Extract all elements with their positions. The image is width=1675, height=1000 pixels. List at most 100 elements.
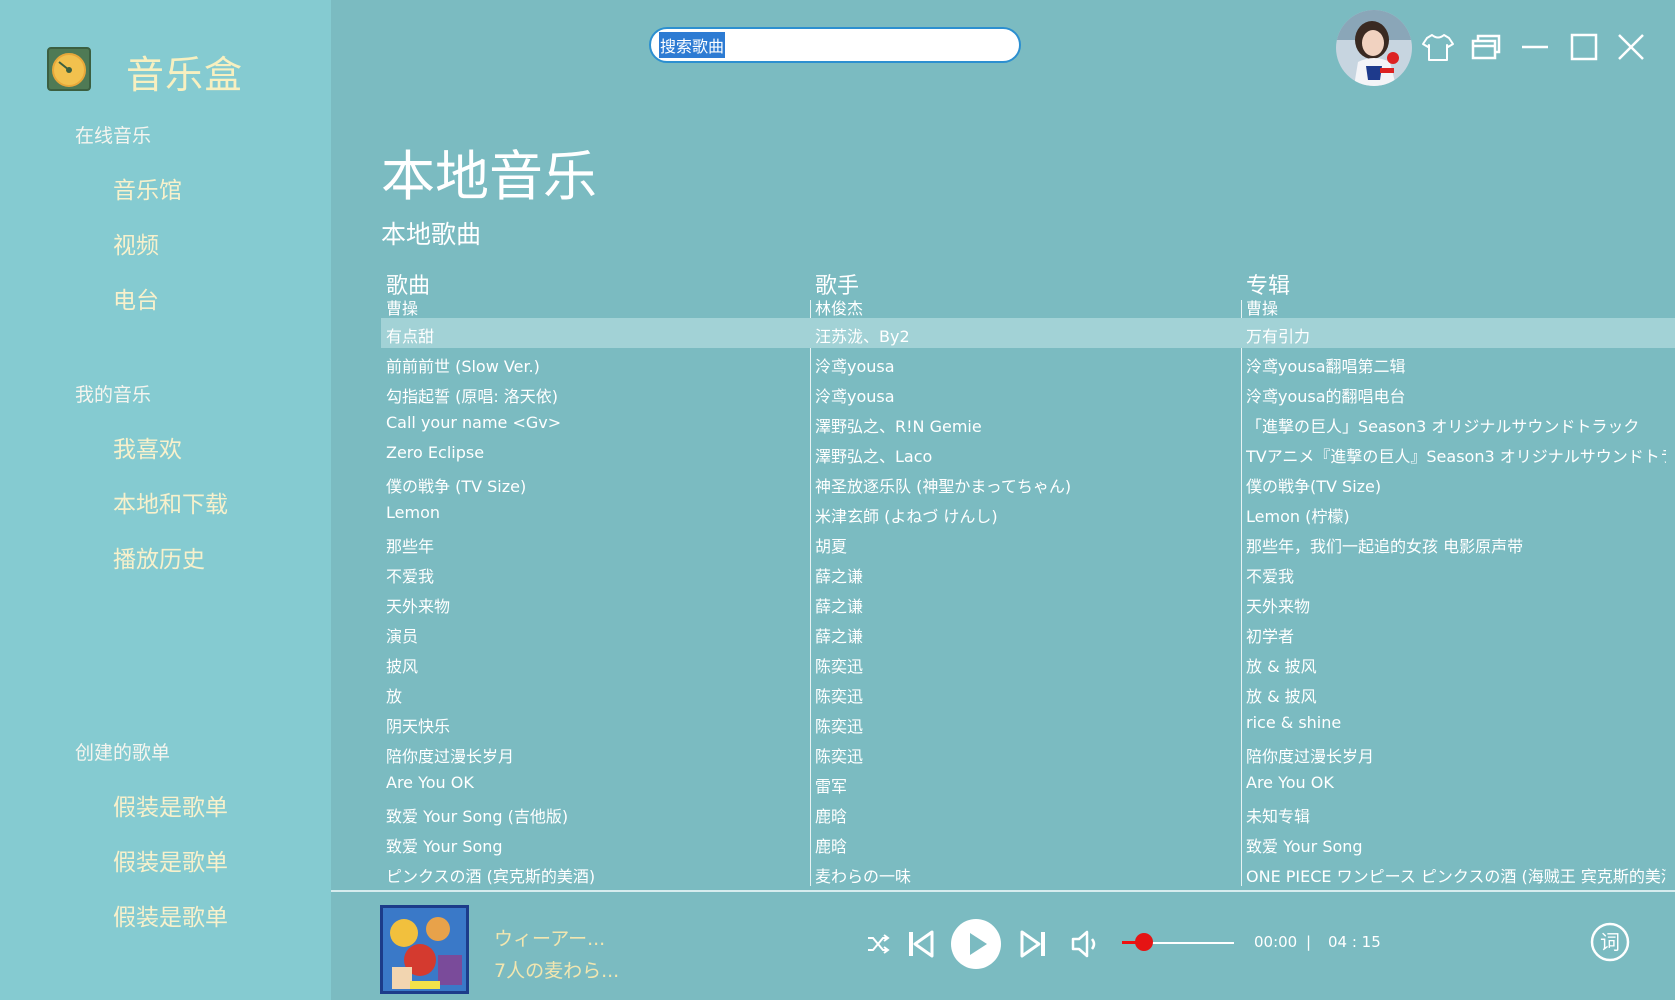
column-header-song[interactable]: 歌曲 [386, 268, 806, 300]
cell-song: 曹操 [386, 300, 419, 318]
nav-favorites[interactable]: 我喜欢 [113, 430, 182, 464]
table-row[interactable]: 披风 陈奕迅 放 & 披风 [381, 648, 1675, 678]
cell-song: 僕の戦争 (TV Size) [386, 477, 527, 496]
cell-album: 放 & 披风 [1246, 657, 1317, 676]
maximize-icon[interactable] [1567, 30, 1601, 64]
page-title: 本地音乐 [381, 145, 597, 208]
table-row[interactable]: 僕の戦争 (TV Size) 神圣放逐乐队 (神聖かまってちゃん) 僕の戦争(TV … [381, 468, 1675, 498]
song-list: 曹操 林俊杰 曹操 有点甜 汪苏泷、By2 万有引力前前前世 (Slow Ver.)… [381, 300, 1675, 886]
progress-knob[interactable] [1135, 933, 1153, 951]
cell-song: Call your name <Gv> [386, 413, 562, 432]
table-row[interactable]: 曹操 林俊杰 曹操 [381, 300, 1675, 320]
next-icon[interactable] [1018, 929, 1048, 959]
cell-artist: 鹿晗 [815, 807, 848, 826]
table-row[interactable]: Call your name <Gv> 澤野弘之、R!N Gemie 「進撃の巨人」… [381, 408, 1675, 438]
table-row[interactable]: 陪你度过漫长岁月 陈奕迅 陪你度过漫长岁月 [381, 738, 1675, 768]
lyrics-button[interactable]: 词 [1590, 922, 1630, 962]
table-row[interactable]: 前前前世 (Slow Ver.) 泠鸢yousa 泠鸢yousa翻唱第二辑 [381, 348, 1675, 378]
cell-artist: 泠鸢yousa [815, 357, 895, 376]
cell-artist: 陈奕迅 [815, 657, 864, 676]
album-cover [380, 905, 469, 994]
table-row[interactable]: Zero Eclipse 澤野弘之、Laco TVアニメ『進撃の巨人』Season3… [381, 438, 1675, 468]
now-playing-title: ウィーアー... [494, 928, 606, 950]
nav-music-hall[interactable]: 音乐馆 [113, 171, 182, 205]
cell-artist: 陈奕迅 [815, 747, 864, 766]
cell-song: 陪你度过漫长岁月 [386, 747, 515, 766]
table-row[interactable]: 勾指起誓 (原唱: 洛天依) 泠鸢yousa 泠鸢yousa的翻唱电台 [381, 378, 1675, 408]
play-icon[interactable] [950, 918, 1002, 970]
cell-song: 前前前世 (Slow Ver.) [386, 357, 540, 376]
cell-album: 泠鸢yousa翻唱第二辑 [1246, 357, 1406, 376]
cell-song: Are You OK [386, 773, 474, 792]
cell-artist: 鹿晗 [815, 837, 848, 856]
mini-mode-icon[interactable] [1469, 30, 1503, 64]
nav-video[interactable]: 视频 [113, 226, 159, 260]
cell-artist: 薛之谦 [815, 567, 864, 586]
current-time: 00:00 [1254, 933, 1298, 951]
nav-playlist-1[interactable]: 假装是歌单 [113, 788, 228, 822]
cell-artist: 汪苏泷、By2 [815, 327, 910, 346]
nav-history[interactable]: 播放历史 [113, 540, 205, 574]
cell-album: rice & shine [1246, 713, 1342, 732]
cell-song: Lemon [386, 503, 440, 522]
table-row[interactable]: Are You OK 雷军 Are You OK [381, 768, 1675, 798]
column-header-artist[interactable]: 歌手 [815, 268, 1235, 300]
table-row[interactable]: 天外来物 薛之谦 天外来物 [381, 588, 1675, 618]
section-my-music: 我的音乐 [75, 384, 152, 406]
app-title: 音乐盒 [126, 53, 244, 97]
cell-album: 天外来物 [1246, 597, 1311, 616]
table-row[interactable]: 阴天快乐 陈奕迅 rice & shine [381, 708, 1675, 738]
cell-song: ピンクスの酒 (宾克斯的美酒) [386, 867, 596, 886]
cell-song: 勾指起誓 (原唱: 洛天依) [386, 387, 559, 406]
table-row[interactable]: 致爱 Your Song (吉他版) 鹿晗 未知专辑 [381, 798, 1675, 828]
table-row[interactable]: 放 陈奕迅 放 & 披风 [381, 678, 1675, 708]
cell-song: 有点甜 [386, 327, 435, 346]
cell-album: 僕の戦争(TV Size) [1246, 477, 1382, 496]
column-header-album[interactable]: 专辑 [1246, 268, 1666, 300]
cell-album: 万有引力 [1246, 327, 1311, 346]
nav-local-download[interactable]: 本地和下载 [113, 485, 228, 519]
turntable-icon [47, 47, 91, 91]
search-input[interactable]: 搜索歌曲 [649, 27, 1021, 63]
minimize-icon[interactable] [1518, 30, 1552, 64]
nav-radio[interactable]: 电台 [113, 281, 159, 315]
table-row[interactable]: ピンクスの酒 (宾克斯的美酒) 麦わらの一味 ONE PIECE ワンピース ピンク… [381, 858, 1675, 886]
table-row[interactable]: 演员 薛之谦 初学者 [381, 618, 1675, 648]
cell-artist: 澤野弘之、Laco [815, 447, 933, 466]
cell-album: 放 & 披风 [1246, 687, 1317, 706]
skin-icon[interactable] [1421, 30, 1455, 64]
cell-album: Are You OK [1246, 773, 1334, 792]
table-row[interactable]: 有点甜 汪苏泷、By2 万有引力 [381, 318, 1675, 348]
cell-artist: 胡夏 [815, 537, 848, 556]
table-row[interactable]: Lemon 米津玄師 (よねづ けんし) Lemon (柠檬) [381, 498, 1675, 528]
cell-album: Lemon (柠檬) [1246, 507, 1350, 526]
cell-artist: 薛之谦 [815, 597, 864, 616]
cell-song: 天外来物 [386, 597, 451, 616]
table-row[interactable]: 不爱我 薛之谦 不爱我 [381, 558, 1675, 588]
cell-album: 不爱我 [1246, 567, 1295, 586]
table-row[interactable]: 那些年 胡夏 那些年，我们一起追的女孩 电影原声带 [381, 528, 1675, 558]
previous-icon[interactable] [906, 929, 936, 959]
cell-album: 陪你度过漫长岁月 [1246, 747, 1375, 766]
cell-song: 致爱 Your Song (吉他版) [386, 807, 569, 826]
sidebar: 音乐盒 在线音乐 音乐馆 视频 电台 我的音乐 我喜欢 本地和下载 播放历史 创… [0, 0, 331, 1000]
shuffle-icon[interactable] [866, 932, 890, 956]
cell-song: 阴天快乐 [386, 717, 451, 736]
cell-album: TVアニメ『進撃の巨人』Season3 オリジナルサウンドトラ... [1246, 447, 1666, 466]
section-online-music: 在线音乐 [75, 125, 152, 147]
cell-song: 那些年 [386, 537, 435, 556]
cell-album: ONE PIECE ワンピース ピンクスの酒 (海贼王 宾克斯的美酒) [1246, 867, 1666, 886]
page-subtitle: 本地歌曲 [381, 220, 482, 249]
lyrics-button-label: 词 [1600, 930, 1620, 954]
cell-artist: 陈奕迅 [815, 717, 864, 736]
nav-playlist-3[interactable]: 假装是歌单 [113, 898, 228, 932]
cell-song: 致爱 Your Song [386, 837, 503, 856]
volume-icon[interactable] [1070, 928, 1100, 960]
nav-playlist-2[interactable]: 假装是歌单 [113, 843, 228, 877]
avatar[interactable] [1336, 10, 1412, 86]
cell-song: 不爱我 [386, 567, 435, 586]
cell-artist: 澤野弘之、R!N Gemie [815, 417, 982, 436]
close-icon[interactable] [1614, 30, 1648, 64]
cell-album: 那些年，我们一起追的女孩 电影原声带 [1246, 537, 1524, 556]
table-row[interactable]: 致爱 Your Song 鹿晗 致爱 Your Song [381, 828, 1675, 858]
